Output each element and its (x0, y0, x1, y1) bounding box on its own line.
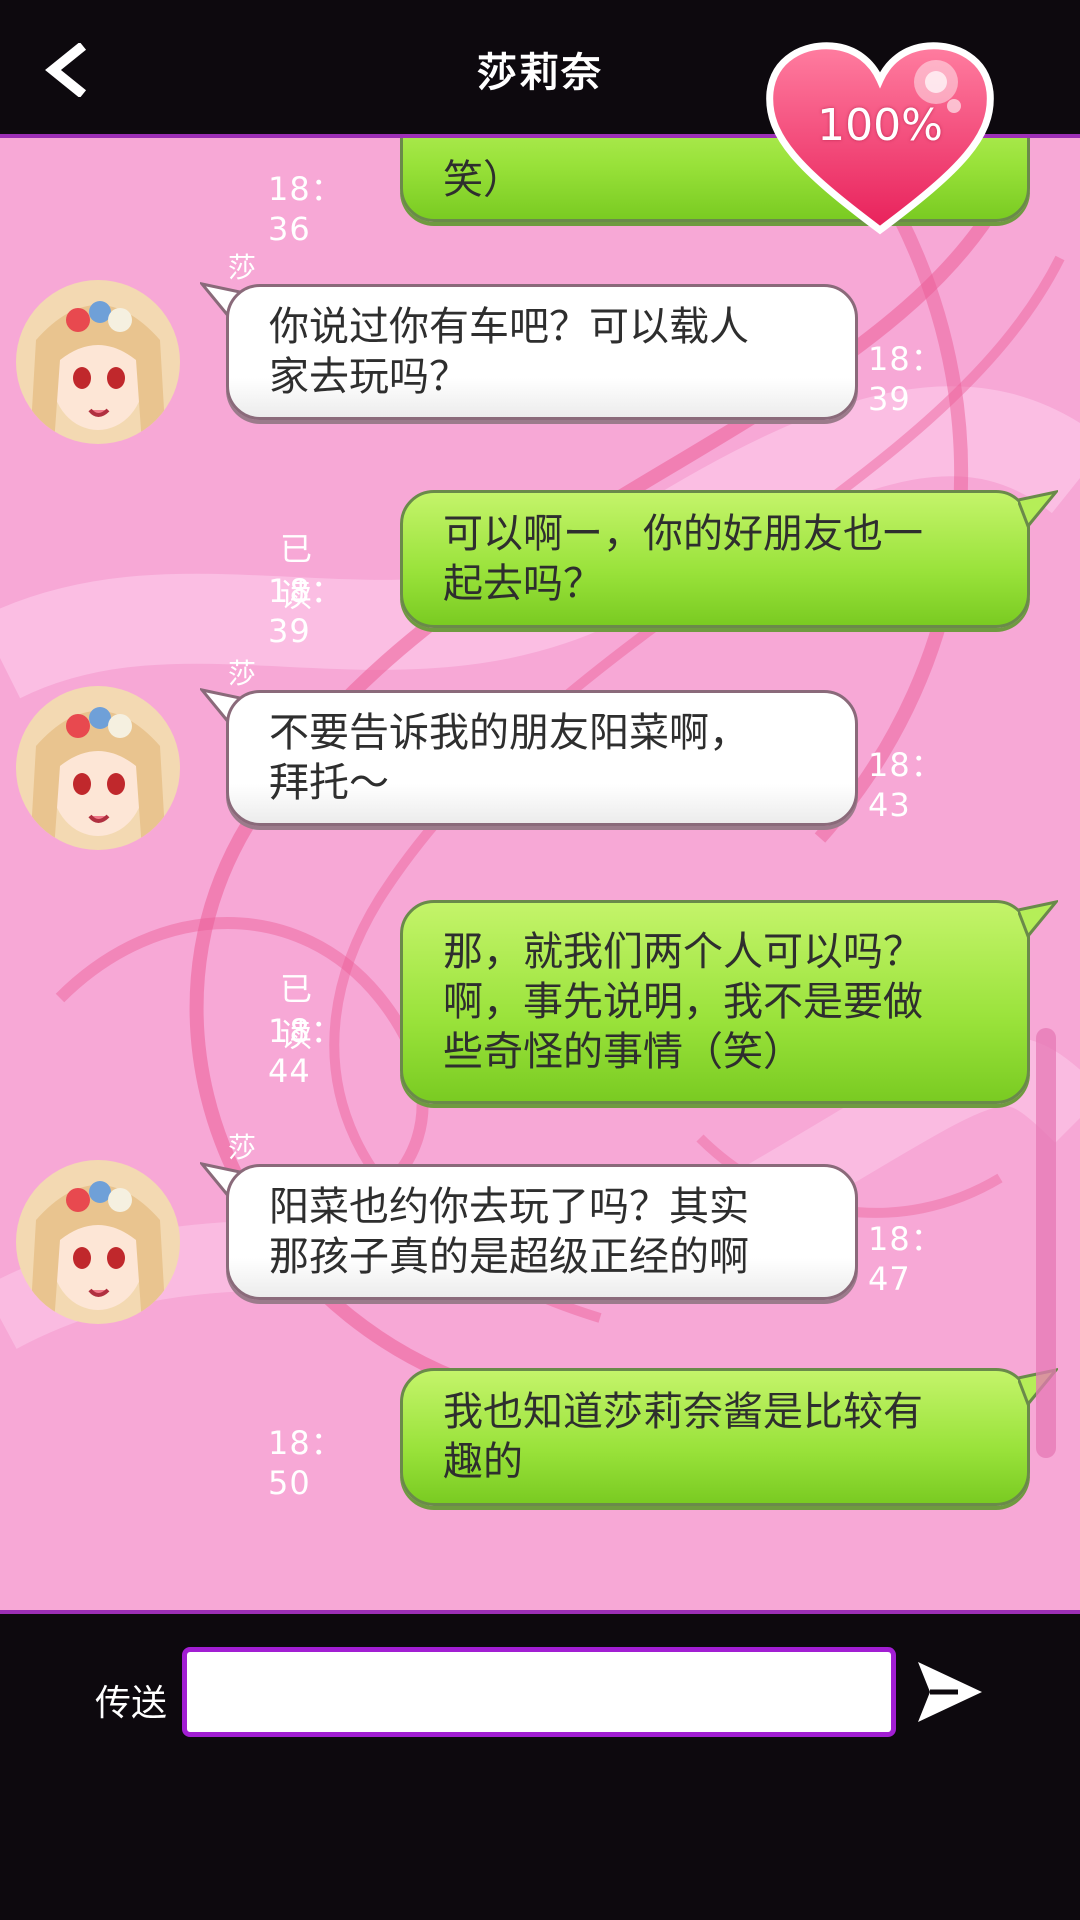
paper-plane-icon (918, 1662, 982, 1722)
input-bar: 传送 (0, 1610, 1080, 1920)
avatar-portrait-icon (16, 280, 180, 444)
message-bubble-outgoing: 我也知道莎莉奈酱是比较有 趣的 (400, 1368, 1030, 1506)
avatar[interactable] (16, 280, 180, 444)
avatar-portrait-icon (16, 686, 180, 850)
message-text: 那，就我们两个人可以吗？ 啊，事先说明，我不是要做 些奇怪的事情（笑） (443, 929, 923, 1075)
message-text: 你说过你有车吧？可以载人 家去玩吗？ (269, 304, 749, 400)
message-input[interactable] (182, 1647, 896, 1737)
bubble-tail (1018, 900, 1058, 939)
message-time: 18：39 (268, 572, 344, 650)
app-screen: 18：36 笑） 莎莉奈 你说过你有车吧 (0, 0, 1080, 1920)
message-text: 笑） (443, 157, 523, 203)
message-text: 可以啊ー，你的好朋友也一 起去吗？ (443, 511, 923, 607)
message-text: 不要告诉我的朋友阳菜啊， 拜托～ (269, 710, 749, 806)
message-time: 18：44 (268, 1012, 344, 1090)
message-text: 阳菜也约你去玩了吗？其实 那孩子真的是超级正经的啊 (269, 1184, 749, 1280)
message-bubble-outgoing: 那，就我们两个人可以吗？ 啊，事先说明，我不是要做 些奇怪的事情（笑） (400, 900, 1030, 1104)
chat-area[interactable]: 18：36 笑） 莎莉奈 你说过你有车吧 (0, 138, 1080, 1610)
avatar[interactable] (16, 686, 180, 850)
message-bubble-incoming: 不要告诉我的朋友阳菜啊， 拜托～ (226, 690, 858, 826)
affection-percent: 100% (817, 100, 943, 151)
message-text: 我也知道莎莉奈酱是比较有 趣的 (443, 1389, 923, 1485)
message-time: 18：47 (868, 1220, 944, 1298)
message-bubble-outgoing: 可以啊ー，你的好朋友也一 起去吗？ (400, 490, 1030, 628)
avatar-portrait-icon (16, 1160, 180, 1324)
message-time: 18：43 (868, 746, 944, 824)
chat-scrollbar[interactable] (1036, 1028, 1056, 1458)
message-time: 18：50 (268, 1424, 344, 1502)
message-bubble-incoming: 阳菜也约你去玩了吗？其实 那孩子真的是超级正经的啊 (226, 1164, 858, 1300)
send-label: 传送 (95, 1683, 168, 1724)
message-time: 18：36 (268, 170, 344, 248)
message-time: 18：39 (868, 340, 944, 418)
bubble-tail (1018, 490, 1058, 529)
avatar[interactable] (16, 1160, 180, 1324)
message-bubble-incoming: 你说过你有车吧？可以载人 家去玩吗？ (226, 284, 858, 420)
send-button[interactable] (914, 1656, 986, 1728)
